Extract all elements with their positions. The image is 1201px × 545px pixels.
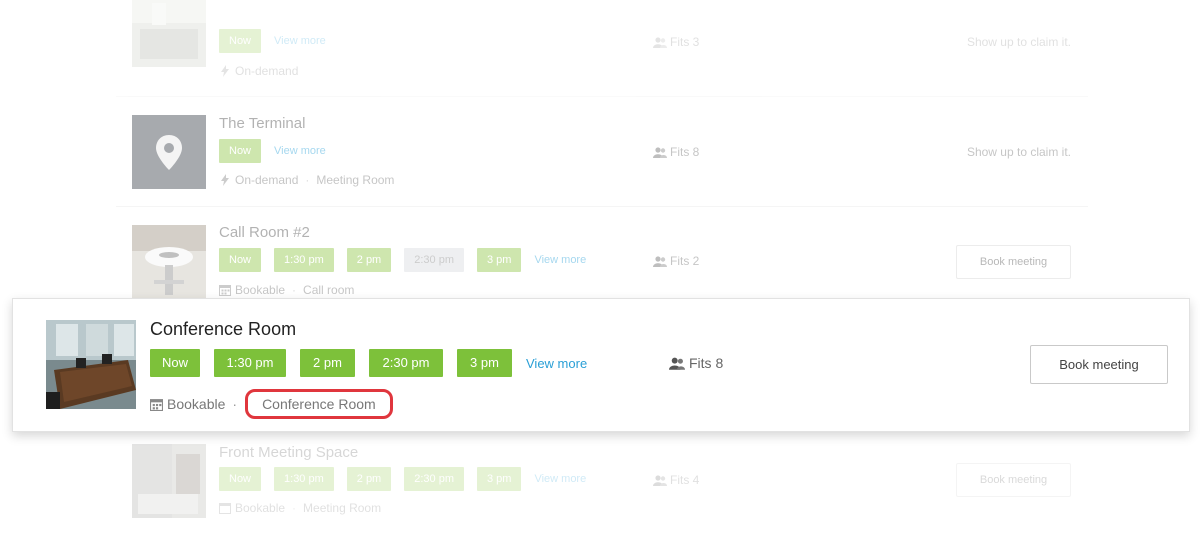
time-slots: Now View more — [219, 29, 326, 53]
time-slot[interactable]: 2:30 pm — [404, 467, 464, 491]
time-slot[interactable]: 2:30 pm — [369, 349, 443, 377]
room-capacity: Fits 4 — [653, 473, 699, 487]
time-slot[interactable]: 2 pm — [346, 467, 392, 491]
room-capacity: Fits 8 — [653, 145, 699, 159]
time-slot[interactable]: 3 pm — [476, 467, 522, 491]
calendar-icon — [150, 398, 163, 411]
view-more-link[interactable]: View more — [534, 473, 586, 485]
lightning-icon — [221, 174, 229, 186]
room-meta: Bookable · Meeting Room — [219, 501, 381, 515]
room-meta: Bookable · Conference Room — [150, 389, 393, 419]
time-slots: Now View more — [219, 139, 326, 163]
room-title[interactable]: Call Room #2 — [219, 224, 310, 241]
calendar-icon — [219, 503, 231, 514]
book-meeting-button[interactable]: Book meeting — [1030, 345, 1168, 384]
time-slot[interactable]: Now — [219, 248, 262, 272]
time-slot[interactable]: 1:30 pm — [274, 467, 334, 491]
booking-type: On-demand — [235, 173, 299, 187]
room-category-highlighted: Conference Room — [245, 389, 393, 419]
time-slot[interactable]: 1:30 pm — [274, 248, 334, 272]
view-more-link[interactable]: View more — [534, 254, 586, 266]
room-meta: Bookable · Call room — [219, 283, 354, 297]
booking-type: Bookable — [235, 501, 286, 515]
time-slot[interactable]: 3 pm — [457, 349, 512, 377]
room-photo — [132, 225, 206, 299]
time-slot[interactable]: 1:30 pm — [214, 349, 286, 377]
people-icon — [653, 255, 667, 267]
time-slot[interactable]: 2 pm — [300, 349, 355, 377]
room-photo — [132, 444, 206, 518]
time-slot[interactable]: Now — [219, 29, 262, 53]
time-slots: Now 1:30 pm 2 pm 2:30 pm 3 pm View more — [150, 349, 587, 377]
booking-type: On-demand — [235, 64, 299, 78]
time-slot[interactable]: Now — [219, 467, 262, 491]
calendar-icon — [219, 285, 231, 296]
claim-text: Show up to claim it. — [966, 35, 1071, 49]
featured-room-card[interactable]: Conference Room Now 1:30 pm 2 pm 2:30 pm… — [12, 298, 1190, 432]
time-slots: Now 1:30 pm 2 pm 2:30 pm 3 pm View more — [219, 467, 586, 491]
room-photo — [132, 0, 206, 67]
room-category: Meeting Room — [303, 501, 382, 515]
people-icon — [669, 357, 685, 370]
time-slots: Now 1:30 pm 2 pm 2:30 pm 3 pm View more — [219, 248, 586, 272]
time-slot[interactable]: Now — [219, 139, 262, 163]
room-row[interactable]: The Terminal Now View more On-demand · M… — [116, 97, 1088, 207]
room-title[interactable]: Front Meeting Space — [219, 444, 358, 461]
room-row[interactable]: Now View more On-demand Fits 3 Show up t… — [116, 0, 1088, 97]
lightning-icon — [221, 65, 229, 77]
book-meeting-button[interactable]: Book meeting — [956, 245, 1071, 279]
view-more-link[interactable]: View more — [274, 35, 326, 47]
room-meta: On-demand — [219, 64, 298, 78]
claim-text: Show up to claim it. — [966, 145, 1071, 159]
time-slot-unavailable: 2:30 pm — [404, 248, 464, 272]
book-meeting-button[interactable]: Book meeting — [956, 463, 1071, 497]
room-title[interactable]: Conference Room — [150, 319, 296, 340]
view-more-link[interactable]: View more — [526, 356, 587, 371]
room-capacity: Fits 3 — [653, 35, 699, 49]
room-capacity: Fits 8 — [669, 355, 723, 371]
room-photo-placeholder — [132, 115, 206, 189]
room-category: Call room — [303, 283, 355, 297]
separator-dot: · — [232, 396, 238, 412]
room-capacity: Fits 2 — [653, 254, 699, 268]
time-slot[interactable]: 3 pm — [476, 248, 522, 272]
room-title[interactable]: The Terminal — [219, 115, 305, 132]
room-row[interactable]: Front Meeting Space Now 1:30 pm 2 pm 2:3… — [116, 427, 1088, 537]
people-icon — [653, 36, 667, 48]
room-category: Meeting Room — [316, 173, 395, 187]
people-icon — [653, 474, 667, 486]
separator-dot: · — [305, 173, 310, 187]
separator-dot: · — [292, 501, 297, 515]
booking-type: Bookable — [167, 396, 226, 412]
people-icon — [653, 146, 667, 158]
booking-type: Bookable — [235, 283, 286, 297]
time-slot[interactable]: Now — [150, 349, 200, 377]
time-slot[interactable]: 2 pm — [346, 248, 392, 272]
room-meta: On-demand · Meeting Room — [219, 173, 394, 187]
room-photo — [46, 320, 136, 409]
view-more-link[interactable]: View more — [274, 145, 326, 157]
separator-dot: · — [292, 283, 297, 297]
